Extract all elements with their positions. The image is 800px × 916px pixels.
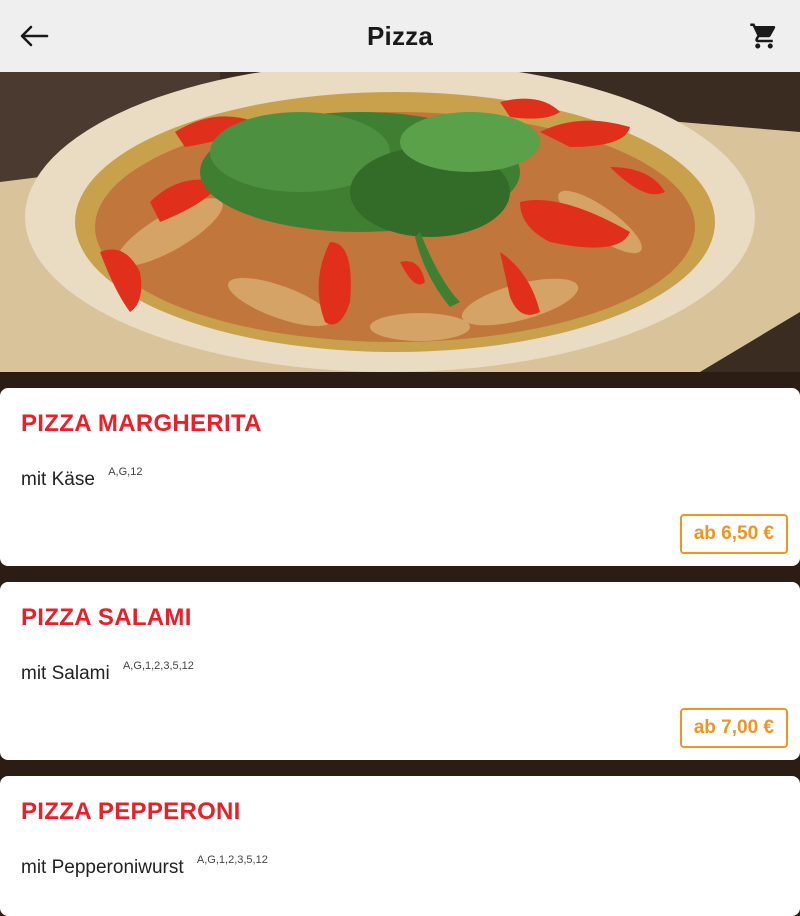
item-name: PIZZA MARGHERITA [21, 410, 262, 437]
allergens-text: A,G,12 [108, 466, 143, 478]
menu-item-card[interactable]: PIZZA MARGHERITA mit Käse A,G,12 ab 6,50… [0, 388, 800, 566]
item-description: mit Käse A,G,12 [21, 466, 142, 491]
item-desc-text: mit Pepperoniwurst [21, 857, 184, 878]
page-title: Pizza [366, 20, 434, 51]
price-button[interactable]: ab 6,50 € [679, 514, 788, 554]
allergens-text: A,G,1,2,3,5,12 [196, 854, 268, 866]
item-description: mit Salami A,G,1,2,3,5,12 [21, 660, 194, 685]
arrow-left-icon [20, 25, 49, 47]
menu-list: PIZZA MARGHERITA mit Käse A,G,12 ab 6,50… [0, 372, 800, 916]
item-name: PIZZA PEPPERONI [21, 798, 241, 825]
item-description: mit Pepperoniwurst A,G,1,2,3,5,12 [21, 854, 268, 879]
menu-item-card[interactable]: PIZZA PEPPERONI mit Pepperoniwurst A,G,1… [0, 776, 800, 916]
cart-icon [750, 23, 776, 49]
item-name: PIZZA SALAMI [21, 604, 192, 631]
cart-button[interactable] [744, 16, 784, 56]
hero-image [0, 72, 800, 372]
back-button[interactable] [14, 16, 54, 56]
menu-item-card[interactable]: PIZZA SALAMI mit Salami A,G,1,2,3,5,12 a… [0, 582, 800, 760]
item-desc-text: mit Käse [21, 469, 95, 490]
app-bar: Pizza [0, 0, 800, 72]
price-button[interactable]: ab 7,00 € [679, 708, 788, 748]
item-desc-text: mit Salami [21, 663, 110, 684]
allergens-text: A,G,1,2,3,5,12 [122, 660, 194, 672]
pizza-photo [0, 72, 800, 372]
